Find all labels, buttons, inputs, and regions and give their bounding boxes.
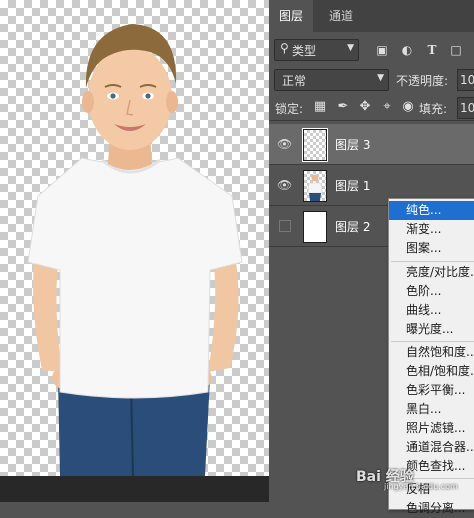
image-filter-icon[interactable]: ▣ — [375, 43, 389, 57]
layer-thumbnail — [302, 128, 328, 162]
layer-row[interactable]: 👁 图层 3 — [269, 124, 474, 165]
menu-item-brightness-contrast[interactable]: 亮度/对比度... — [389, 263, 474, 282]
menu-item-exposure[interactable]: 曝光度... — [389, 320, 474, 339]
tab-channels[interactable]: 通道 — [321, 0, 361, 32]
fill-input[interactable]: 100 — [457, 97, 474, 119]
menu-separator — [391, 261, 474, 262]
adjustment-filter-icon[interactable]: ◐ — [400, 43, 414, 57]
menu-item-color-balance[interactable]: 色彩平衡... — [389, 381, 474, 400]
blend-row: 正常 ▼ 不透明度: 100 — [269, 66, 474, 92]
menu-item-solid-color[interactable]: 纯色... — [389, 201, 474, 220]
menu-item-channel-mixer[interactable]: 通道混合器... — [389, 438, 474, 457]
baidu-watermark: Bai 经验 jingyan.baidu.com — [356, 466, 458, 491]
watermark-url: jingyan.baidu.com — [384, 482, 458, 491]
filter-kind-select[interactable]: ⚲ 类型 ▼ — [274, 39, 359, 61]
menu-item-levels[interactable]: 色阶... — [389, 282, 474, 301]
menu-item-vibrance[interactable]: 自然饱和度... — [389, 343, 474, 362]
menu-item-gradient[interactable]: 渐变... — [389, 220, 474, 239]
fill-label: 填充: — [419, 102, 448, 116]
layer-name: 图层 3 — [335, 138, 371, 152]
canvas-status-bar — [0, 476, 269, 502]
layer-thumbnail — [303, 211, 327, 243]
blend-mode-select[interactable]: 正常 ▼ — [274, 69, 389, 91]
opacity-input[interactable]: 100 — [457, 69, 474, 91]
layer-name: 图层 2 — [335, 220, 371, 234]
chevron-down-icon: ▼ — [377, 73, 384, 83]
boy-photo — [27, 24, 243, 476]
lock-transparent-pixels-icon[interactable]: ▦ — [313, 100, 327, 114]
boy-thumbnail-icon — [307, 174, 323, 201]
document-canvas[interactable] — [0, 0, 269, 476]
menu-item-curves[interactable]: 曲线... — [389, 301, 474, 320]
lock-position-icon[interactable]: ✥ — [358, 100, 372, 114]
panel-tab-bar: 图层 通道 — [269, 0, 474, 32]
blend-mode-value: 正常 — [282, 74, 307, 88]
artboard-lock-icon[interactable]: ⌖ — [380, 100, 394, 114]
opacity-label: 不透明度: — [396, 74, 449, 88]
menu-item-hue-saturation[interactable]: 色相/饱和度... — [389, 362, 474, 381]
eye-icon[interactable]: 👁 — [277, 178, 293, 192]
lock-row: 锁定: ▦ ✒ ✥ ⌖ ◉ 填充: 100 — [269, 96, 474, 121]
chevron-down-icon: ▼ — [347, 43, 354, 53]
eye-icon[interactable]: 👁 — [277, 137, 293, 151]
shape-filter-icon[interactable]: □ — [449, 43, 463, 57]
filter-kind-label: 类型 — [292, 44, 317, 58]
lock-image-pixels-icon[interactable]: ✒ — [336, 100, 350, 114]
layer-filter-row: ⚲ 类型 ▼ ▣ ◐ T □ — [269, 34, 474, 64]
menu-item-photo-filter[interactable]: 照片滤镜... — [389, 419, 474, 438]
visibility-toggle[interactable] — [279, 220, 291, 232]
search-icon: ⚲ — [280, 41, 289, 55]
menu-separator — [391, 341, 474, 342]
menu-item-pattern[interactable]: 图案... — [389, 239, 474, 258]
adjustment-layer-menu: 纯色... 渐变... 图案... 亮度/对比度... 色阶... 曲线... … — [388, 198, 474, 515]
layer-thumbnail — [303, 170, 327, 202]
layer-name: 图层 1 — [335, 179, 371, 193]
lock-all-icon[interactable]: ◉ — [401, 100, 415, 114]
menu-item-black-white[interactable]: 黑白... — [389, 400, 474, 419]
text-filter-icon[interactable]: T — [425, 43, 439, 57]
tab-layers[interactable]: 图层 — [269, 0, 313, 32]
lock-label: 锁定: — [275, 102, 304, 116]
